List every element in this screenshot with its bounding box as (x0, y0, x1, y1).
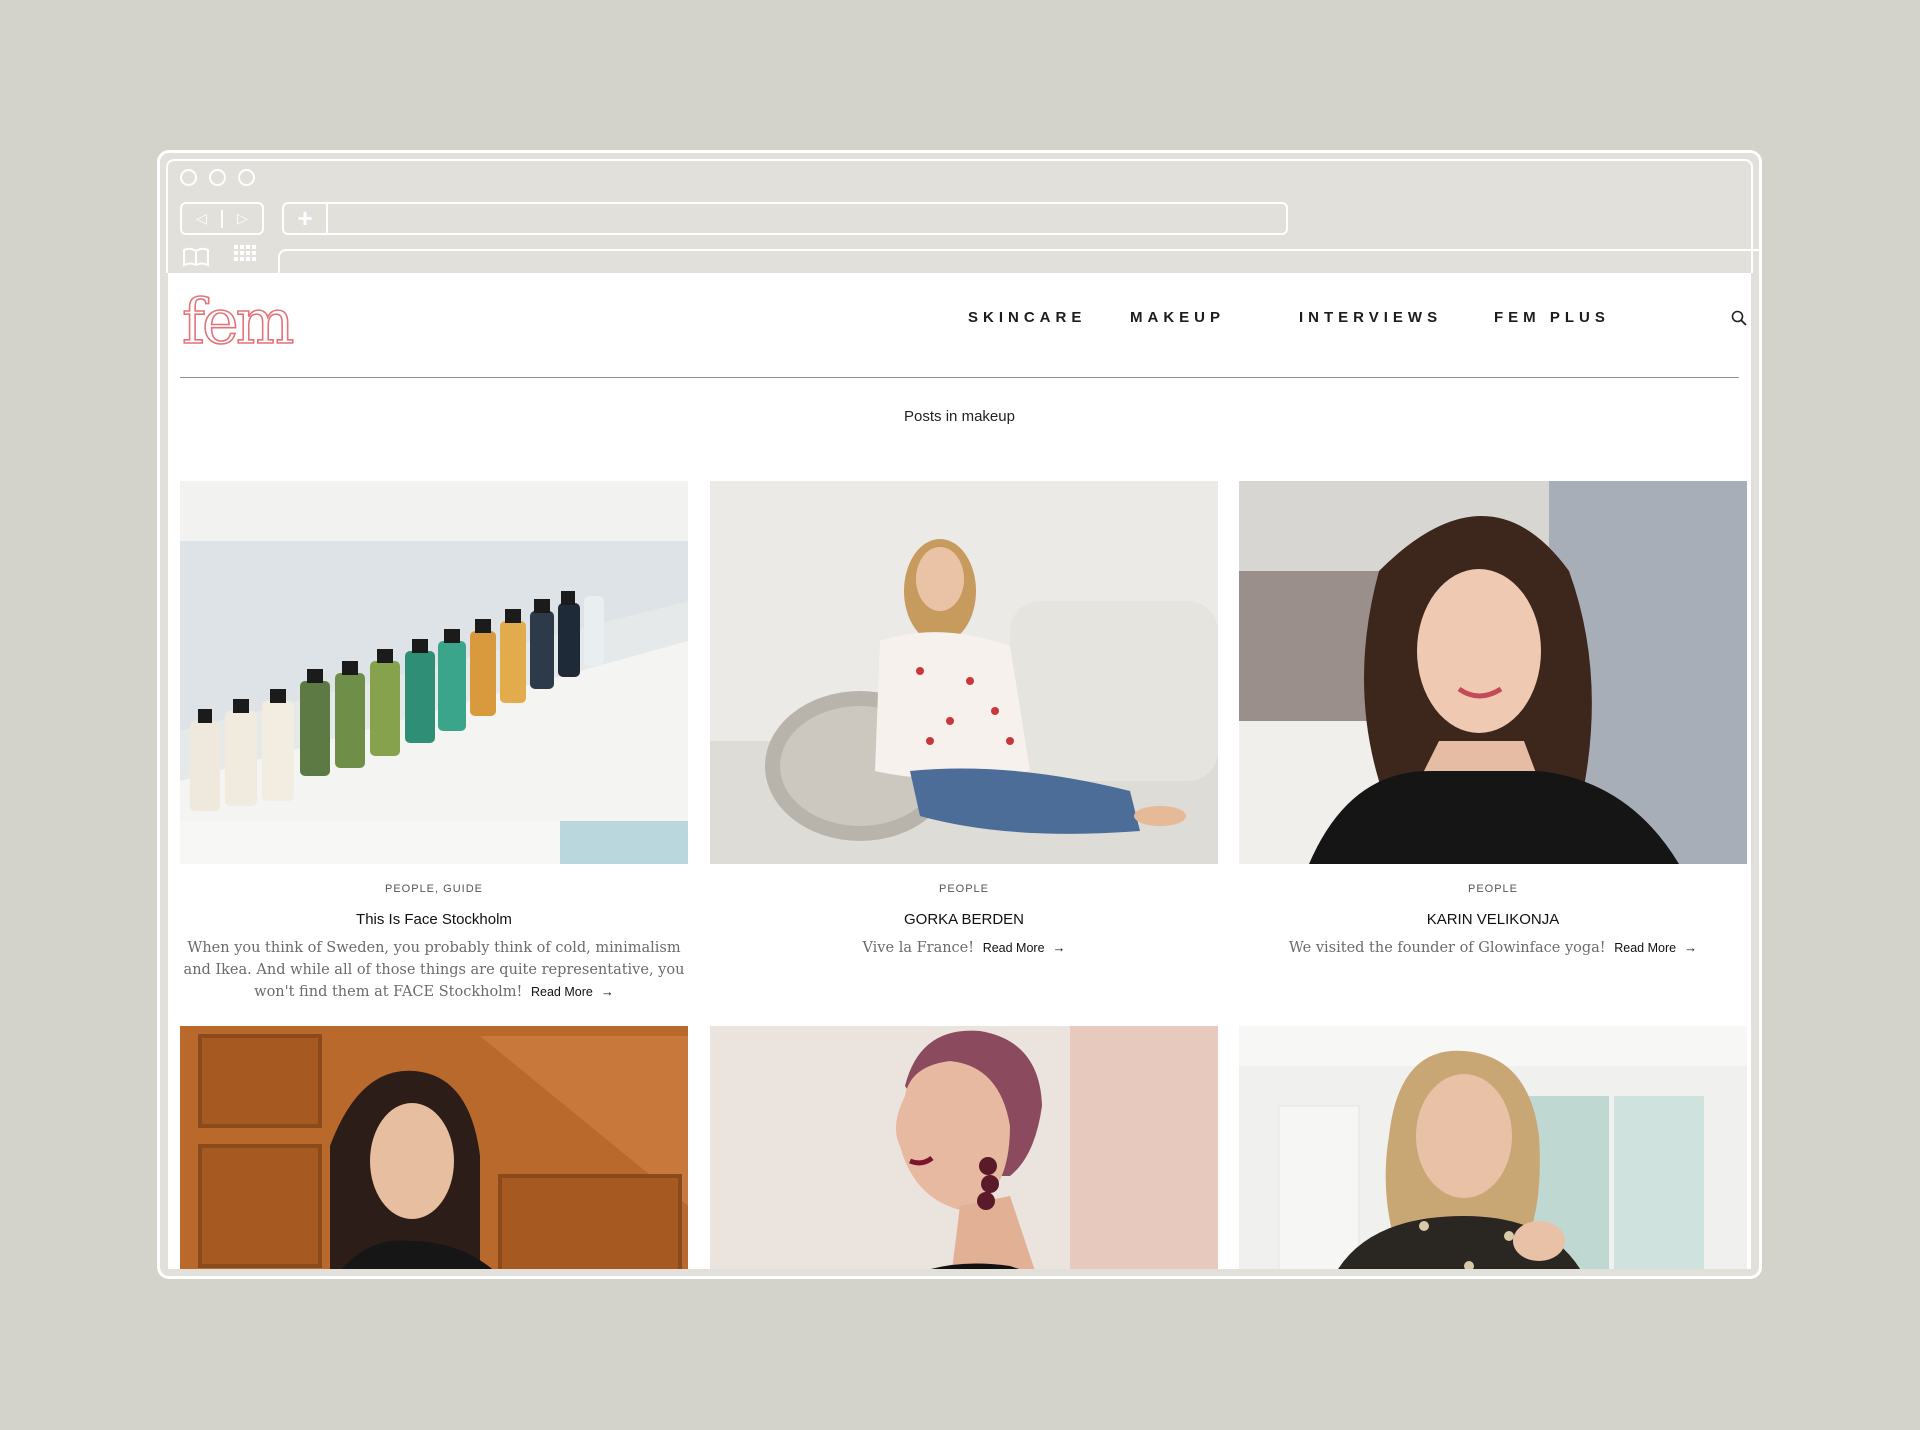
browser-window: ◁ ▷ + fem SKINCARE MAKEUP INTERVIEWS FEM… (157, 150, 1762, 1279)
woman-on-sofa-image (710, 481, 1218, 864)
post-image[interactable] (710, 481, 1218, 864)
woman-portrait-image (1239, 481, 1747, 864)
read-more-label: Read More (531, 985, 593, 999)
post-title[interactable]: KARIN VELIKONJA (1239, 911, 1747, 928)
address-bar[interactable]: + (282, 202, 1288, 235)
read-more-label: Read More (982, 941, 1045, 955)
nav-interviews[interactable]: INTERVIEWS (1299, 309, 1442, 326)
read-more-link[interactable]: Read More → (982, 940, 1066, 955)
post-title[interactable]: GORKA BERDEN (710, 911, 1218, 928)
nav-fem-plus[interactable]: FEM PLUS (1494, 309, 1610, 326)
browser-chrome: ◁ ▷ + (166, 159, 1759, 275)
close-window-button[interactable] (180, 169, 197, 186)
history-nav: ◁ ▷ (180, 202, 264, 235)
woman-profile-earrings-image (710, 1026, 1218, 1269)
post-category[interactable]: PEOPLE (1239, 883, 1747, 895)
nav-skincare[interactable]: SKINCARE (968, 309, 1086, 326)
arrow-right-icon: → (600, 984, 614, 999)
window-controls (180, 169, 255, 186)
read-more-link[interactable]: Read More → (1614, 940, 1698, 955)
minimize-window-button[interactable] (209, 169, 226, 186)
bookmarks-icon[interactable] (182, 247, 210, 267)
search-icon[interactable] (1731, 310, 1747, 326)
new-tab-button[interactable]: + (284, 204, 328, 233)
post-image[interactable] (710, 1026, 1218, 1269)
web-page: fem SKINCARE MAKEUP INTERVIEWS FEM PLUS … (168, 273, 1751, 1269)
post-image[interactable] (1239, 1026, 1747, 1269)
forward-arrow-icon: ▷ (237, 210, 248, 226)
apps-grid-icon[interactable] (234, 245, 258, 265)
nav-makeup[interactable]: MAKEUP (1130, 309, 1225, 326)
post-excerpt: When you think of Sweden, you probably t… (180, 937, 688, 1003)
woman-wood-cabinet-image (180, 1026, 688, 1269)
header-divider (180, 377, 1739, 378)
post-title[interactable]: This Is Face Stockholm (180, 911, 688, 928)
arrow-right-icon: → (1052, 940, 1066, 955)
back-arrow-icon: ◁ (196, 210, 207, 226)
post-category[interactable]: PEOPLE (710, 883, 1218, 895)
post-image[interactable] (180, 1026, 688, 1269)
post-category[interactable]: PEOPLE, GUIDE (180, 883, 688, 895)
maximize-window-button[interactable] (238, 169, 255, 186)
browser-tab[interactable] (278, 249, 1759, 275)
arrow-right-icon: → (1684, 940, 1698, 955)
read-more-link[interactable]: Read More → (531, 984, 614, 999)
post-image[interactable] (180, 481, 688, 864)
page-title: Posts in makeup (904, 408, 1015, 425)
excerpt-text: We visited the founder of Glowinface yog… (1288, 940, 1606, 956)
post-excerpt: We visited the founder of Glowinface yog… (1239, 937, 1747, 959)
read-more-label: Read More (1614, 941, 1677, 955)
post-image[interactable] (1239, 481, 1747, 864)
back-button[interactable]: ◁ (182, 204, 221, 233)
forward-button[interactable]: ▷ (223, 204, 262, 233)
main-nav: SKINCARE MAKEUP INTERVIEWS FEM PLUS (168, 309, 1751, 329)
post-excerpt: Vive la France! Read More → (710, 937, 1218, 959)
excerpt-text: Vive la France! (862, 940, 975, 956)
woman-bright-room-image (1239, 1026, 1747, 1269)
product-bottles-image (180, 481, 688, 864)
